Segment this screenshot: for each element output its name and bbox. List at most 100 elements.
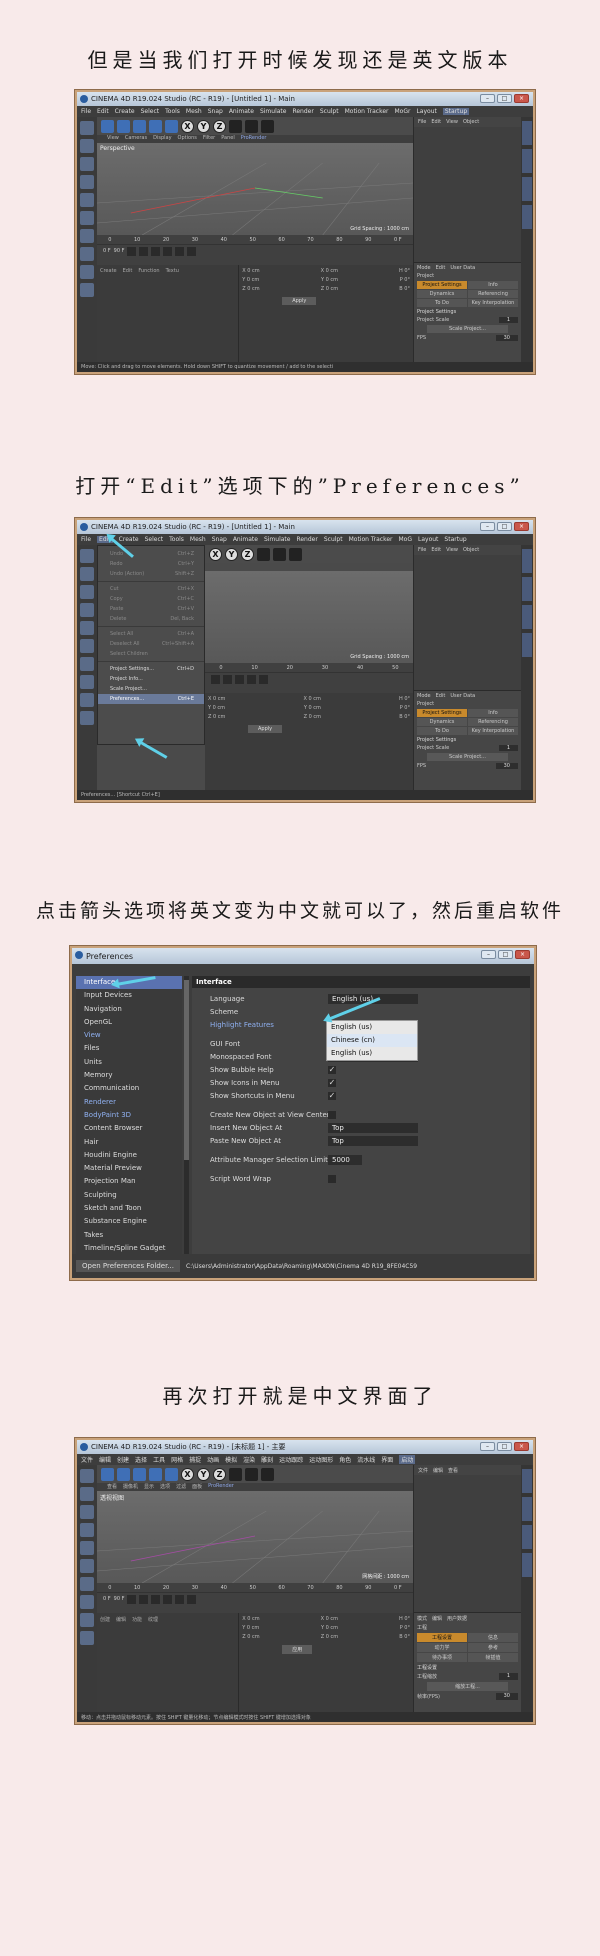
preferences-category-item[interactable]: Sculpting — [76, 1189, 182, 1202]
attribute-menu-item[interactable]: Edit — [436, 265, 446, 271]
tool-icon[interactable] — [80, 193, 94, 207]
coord-field[interactable]: P 0° — [400, 277, 410, 283]
select-icon[interactable] — [165, 119, 178, 133]
field-value[interactable]: 30 — [495, 1693, 518, 1700]
menu-item[interactable]: File — [81, 108, 91, 115]
last-frame-icon[interactable] — [175, 246, 185, 256]
menu-item[interactable]: MoG — [399, 536, 413, 543]
tool-icon[interactable] — [80, 603, 94, 617]
tool-icon[interactable] — [80, 639, 94, 653]
viewport-menu-item[interactable]: 摄像机 — [123, 1483, 138, 1491]
attribute-tab[interactable]: 工程设置 — [417, 1633, 467, 1642]
tool-icon[interactable] — [80, 693, 94, 707]
tool-icon[interactable] — [80, 675, 94, 689]
coord-field[interactable]: X 0 cm — [321, 1616, 338, 1622]
tool-icon[interactable] — [80, 1577, 94, 1591]
material-menu-item[interactable]: 创建 — [100, 1616, 110, 1623]
viewport-menu-item[interactable]: 面板 — [192, 1483, 202, 1491]
object-menu-item[interactable]: Edit — [431, 547, 441, 553]
edit-menu-item[interactable]: Scale Project... — [98, 684, 204, 694]
coord-field[interactable]: Y 0 cm — [321, 1625, 338, 1631]
coord-field[interactable]: P 0° — [400, 1625, 410, 1631]
viewport-menu-item[interactable]: View — [107, 135, 119, 143]
preferences-category-item[interactable]: Houdini Engine — [76, 1149, 182, 1162]
move-icon[interactable] — [117, 1467, 130, 1481]
tool-icon[interactable] — [80, 657, 94, 671]
edit-menu-item[interactable]: Paste Ctrl+V — [98, 604, 204, 614]
tool-icon[interactable] — [80, 1523, 94, 1537]
coord-field[interactable]: P 0° — [400, 705, 410, 711]
preferences-category-item[interactable]: BodyPaint 3D — [76, 1109, 182, 1122]
attribute-menu-item[interactable]: Mode — [417, 693, 431, 699]
menu-item[interactable]: Edit — [97, 108, 109, 115]
coord-field[interactable]: X 0 cm — [303, 696, 320, 702]
minimize-button[interactable]: – — [480, 1442, 495, 1451]
object-menu-item[interactable]: Edit — [431, 119, 441, 125]
preferences-category-item[interactable]: Material Preview — [76, 1162, 182, 1175]
side-tab[interactable] — [522, 605, 532, 629]
x-axis-icon[interactable]: X — [209, 547, 222, 561]
attribute-menu-item[interactable]: User Data — [450, 693, 475, 699]
material-menu-item[interactable]: 功能 — [132, 1616, 142, 1623]
viewport-menu-item[interactable]: Options — [178, 135, 197, 143]
object-menu-item[interactable]: File — [418, 547, 426, 553]
tool-icon[interactable] — [80, 711, 94, 725]
attribute-tab[interactable]: Project Settings — [417, 709, 467, 717]
menu-item[interactable]: Tools — [169, 536, 184, 543]
render-icon[interactable] — [273, 547, 286, 561]
side-tab[interactable] — [522, 205, 532, 229]
tool-icon[interactable] — [80, 585, 94, 599]
fps-field[interactable]: 帧率(FPS) 30 — [417, 1693, 518, 1700]
x-axis-icon[interactable]: X — [181, 119, 194, 133]
render-settings-icon[interactable] — [261, 119, 274, 133]
menu-item[interactable]: 启动 — [399, 1455, 416, 1464]
y-axis-icon[interactable]: Y — [197, 1467, 210, 1481]
tool-icon[interactable] — [80, 549, 94, 563]
tool-icon[interactable] — [80, 229, 94, 243]
scale-icon[interactable] — [133, 119, 146, 133]
setting-value[interactable]: Top — [328, 1122, 418, 1133]
edit-menu-item[interactable]: Deselect All Ctrl+Shift+A — [98, 639, 204, 649]
side-tab[interactable] — [522, 633, 532, 657]
menu-item[interactable]: Snap — [208, 108, 223, 115]
render-settings-icon[interactable] — [261, 1467, 274, 1481]
side-tab[interactable] — [522, 177, 532, 201]
attribute-tab[interactable]: 动力学 — [417, 1643, 467, 1652]
attribute-tab[interactable]: Referencing — [468, 290, 518, 298]
coord-field[interactable]: X 0 cm — [242, 268, 259, 274]
prev-key-icon[interactable] — [139, 246, 149, 256]
preferences-category-item[interactable]: Input Devices — [76, 989, 182, 1002]
attribute-tab[interactable]: 信息 — [468, 1633, 518, 1642]
close-button[interactable]: × — [514, 94, 529, 103]
setting-checkbox[interactable]: ✓ — [328, 1091, 336, 1100]
coord-field[interactable]: Y 0 cm — [304, 705, 321, 711]
viewport-menu-item[interactable]: ProRender — [241, 135, 267, 143]
tool-icon[interactable] — [80, 157, 94, 171]
preferences-category-item[interactable]: View — [76, 1029, 182, 1042]
coord-field[interactable]: Z 0 cm — [242, 1634, 259, 1640]
last-frame-icon[interactable] — [175, 1594, 185, 1604]
menu-item[interactable]: 工具 — [153, 1455, 165, 1464]
viewport-menu-item[interactable]: Display — [153, 135, 171, 143]
preferences-category-item[interactable]: Renderer — [76, 1096, 182, 1109]
close-button[interactable]: × — [515, 950, 530, 959]
render-view-icon[interactable] — [229, 1467, 242, 1481]
maximize-button[interactable]: □ — [497, 94, 512, 103]
attribute-tab[interactable]: Info — [468, 281, 518, 289]
menu-item[interactable]: Tools — [165, 108, 180, 115]
attribute-menu-item[interactable]: 模式 — [417, 1615, 427, 1622]
coord-field[interactable]: X 0 cm — [321, 268, 338, 274]
move-icon[interactable] — [117, 119, 130, 133]
viewport-menu-item[interactable]: 选项 — [160, 1483, 170, 1491]
menu-item[interactable]: 编辑 — [99, 1455, 111, 1464]
material-menu-item[interactable]: Function — [138, 268, 159, 274]
menu-item[interactable]: 网格 — [171, 1455, 183, 1464]
frame-end[interactable]: 90 F — [114, 1596, 125, 1602]
tool-icon[interactable] — [80, 175, 94, 189]
side-tab[interactable] — [522, 549, 532, 573]
first-frame-icon[interactable] — [127, 1594, 137, 1604]
menu-item[interactable]: 流水线 — [357, 1455, 375, 1464]
project-scale-field[interactable]: 工程缩放 1 — [417, 1673, 518, 1680]
first-frame-icon[interactable] — [127, 246, 137, 256]
first-frame-icon[interactable] — [211, 674, 220, 684]
